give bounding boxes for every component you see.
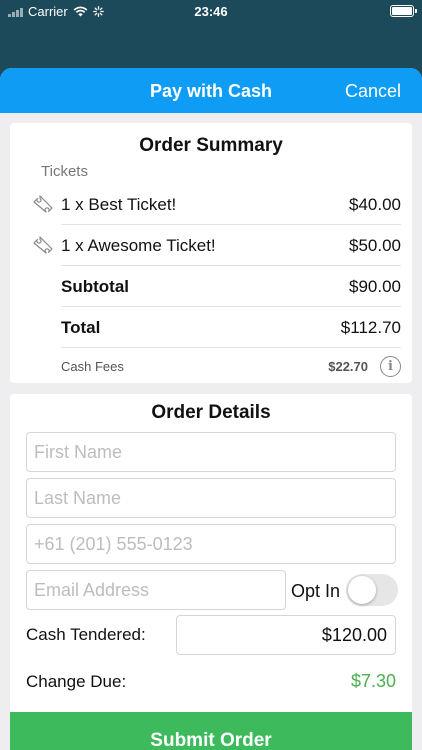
ticket-icon	[33, 195, 53, 213]
subtotal-label: Subtotal	[61, 276, 129, 296]
opt-in-label: Opt In	[291, 581, 341, 601]
order-details-card: Order Details First Name Last Name +61 (…	[10, 394, 412, 750]
item-label: 1 x Best Ticket!	[61, 194, 177, 214]
total-row: Total $112.70	[61, 308, 401, 348]
phone-field[interactable]: +61 (201) 555-0123	[26, 524, 396, 564]
order-summary-title: Order Summary	[139, 135, 283, 156]
cash-fees-value: $22.70	[328, 358, 368, 374]
cancel-button[interactable]: Cancel	[345, 81, 401, 102]
status-bar: Carrier 23:46	[0, 0, 422, 24]
ticket-icon	[33, 236, 53, 254]
list-item: 1 x Awesome Ticket! $50.00	[61, 226, 401, 266]
email-field[interactable]: Email Address	[26, 570, 286, 610]
status-time: 23:46	[194, 4, 228, 19]
cash-tendered-label: Cash Tendered:	[26, 625, 146, 644]
total-value: $112.70	[340, 317, 401, 337]
change-due-label: Change Due:	[26, 672, 127, 691]
cash-fees-row: Cash Fees $22.70 i	[61, 348, 401, 384]
pay-with-cash-sheet: Pay with Cash Cancel Order Summary Ticke…	[0, 68, 422, 750]
order-summary-card: Order Summary Tickets 1 x Best Ticket! $…	[10, 123, 412, 383]
item-price: $50.00	[349, 235, 401, 255]
item-price: $40.00	[349, 194, 401, 214]
subtotal-row: Subtotal $90.00	[61, 267, 401, 307]
subtotal-value: $90.00	[349, 276, 401, 296]
nav-bar: Pay with Cash Cancel	[0, 68, 422, 113]
total-label: Total	[61, 317, 101, 337]
tickets-section-label: Tickets	[41, 163, 88, 180]
cash-tendered-input[interactable]: $120.00	[176, 615, 396, 655]
order-details-title: Order Details	[151, 402, 271, 423]
list-item: 1 x Best Ticket! $40.00	[61, 185, 401, 225]
cash-fees-label: Cash Fees	[61, 358, 124, 374]
last-name-field[interactable]: Last Name	[26, 478, 396, 518]
submit-order-button[interactable]: Submit Order	[10, 712, 412, 750]
battery-icon	[390, 5, 417, 17]
item-label: 1 x Awesome Ticket!	[61, 235, 216, 255]
info-icon[interactable]: i	[380, 355, 401, 377]
first-name-field[interactable]: First Name	[26, 432, 396, 472]
opt-in-toggle[interactable]	[346, 574, 398, 606]
change-due-value: $7.30	[350, 671, 396, 691]
